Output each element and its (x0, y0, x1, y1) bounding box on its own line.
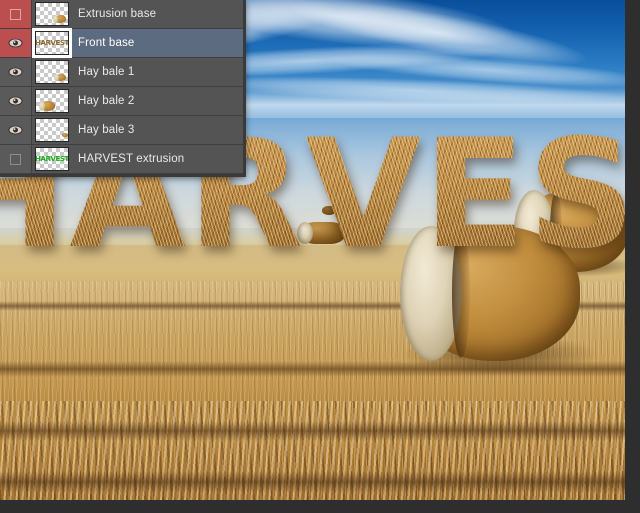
window-right-margin (625, 0, 640, 513)
layer-thumbnail (35, 2, 69, 26)
cloud-wisp (325, 46, 626, 94)
layer-visibility-toggle[interactable] (0, 0, 32, 28)
cloud-wisp (187, 71, 626, 109)
layer-visibility-toggle[interactable] (0, 58, 32, 86)
layer-visibility-toggle[interactable] (0, 145, 32, 173)
layer-name: HARVEST extrusion (78, 153, 185, 165)
layer-thumbnail (35, 60, 69, 84)
layer-thumbnail-cell[interactable] (32, 87, 72, 115)
layer-visibility-toggle[interactable] (0, 116, 32, 144)
hay-bale-distant (322, 206, 336, 215)
layer-thumbnail-cell[interactable] (32, 0, 72, 28)
layer-row[interactable]: HARVEST HARVEST extrusion (0, 145, 243, 174)
layer-thumbnail (35, 118, 69, 142)
layer-name: Hay bale 2 (78, 95, 135, 107)
layer-thumbnail: HARVEST (35, 147, 69, 171)
layer-thumbnail-cell[interactable]: HARVEST (32, 145, 72, 173)
layer-row[interactable]: Hay bale 3 (0, 116, 243, 145)
thumbnail-text: HARVEST (35, 39, 69, 47)
thumbnail-text: HARVEST (35, 155, 69, 163)
layer-thumbnail-cell[interactable] (32, 116, 72, 144)
layer-thumbnail-cell[interactable]: HARVEST (32, 28, 72, 58)
eye-icon (8, 38, 23, 48)
layer-thumbnail (35, 89, 69, 113)
layer-name: Hay bale 3 (78, 124, 135, 136)
hay-bale-1 (297, 222, 346, 244)
layers-panel[interactable]: Extrusion base HARVEST Front base Hay ba… (0, 0, 246, 177)
layer-row[interactable]: Extrusion base (0, 0, 243, 29)
layer-row-selected[interactable]: HARVEST Front base (0, 28, 243, 58)
layer-thumbnail-cell[interactable] (32, 58, 72, 86)
layer-name: Hay bale 1 (78, 66, 135, 78)
thumbnail-bale-cap-shape (53, 15, 58, 23)
layer-row[interactable]: Hay bale 1 (0, 58, 243, 87)
cloud-wisp (286, 0, 590, 79)
photoshop-document-window: HARVEST Extrusion base (0, 0, 640, 513)
layer-visibility-toggle[interactable] (0, 29, 32, 57)
layer-visibility-toggle[interactable] (0, 87, 32, 115)
layer-thumbnail-active: HARVEST (32, 28, 72, 58)
thumbnail-bale-cap-shape (54, 74, 59, 81)
empty-visibility-box-icon (10, 8, 21, 20)
layer-row[interactable]: Hay bale 2 (0, 87, 243, 116)
eye-icon (8, 67, 23, 77)
thumbnail-bale-shape (62, 133, 68, 137)
hay-bale-foreground (399, 226, 601, 375)
window-bottom-margin (0, 500, 640, 513)
layer-name: Extrusion base (78, 8, 157, 20)
eye-icon (8, 125, 23, 135)
hay-bale-distant (205, 208, 216, 215)
eye-icon (8, 96, 23, 106)
thumbnail-bale-cap-shape (39, 101, 45, 111)
empty-visibility-box-icon (10, 153, 21, 165)
layer-name: Front base (78, 37, 135, 49)
